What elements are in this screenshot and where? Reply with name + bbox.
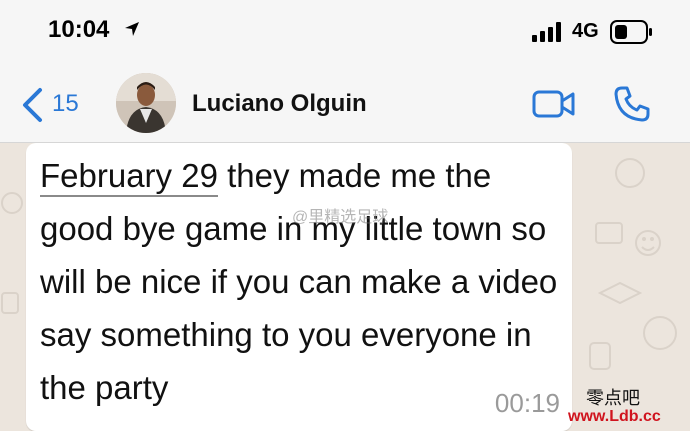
- message-text: February 29 they made me the good bye ga…: [40, 149, 570, 414]
- watermark-corner-url: www.Ldb.cc: [568, 408, 661, 425]
- status-bar: 10:04 4G: [0, 0, 690, 64]
- contact-avatar[interactable]: [116, 73, 176, 133]
- location-arrow-icon: [124, 21, 140, 42]
- cellular-signal-icon: [532, 22, 564, 47]
- status-time: 10:04: [48, 16, 110, 43]
- date-link[interactable]: February 29: [40, 157, 218, 197]
- watermark-corner-label: 零点吧: [586, 388, 640, 408]
- video-camera-icon[interactable]: [532, 89, 576, 124]
- message-bubble[interactable]: February 29 they made me the good bye ga…: [26, 143, 572, 431]
- back-button-unread-count[interactable]: 15: [52, 90, 79, 118]
- phone-icon[interactable]: [612, 84, 652, 129]
- network-type: 4G: [572, 20, 599, 42]
- contact-name[interactable]: Luciano Olguin: [192, 90, 367, 118]
- watermark-center: @里精选足球: [292, 209, 389, 226]
- chevron-left-icon[interactable]: [20, 87, 44, 128]
- message-timestamp: 00:19: [494, 388, 560, 418]
- chat-header: 15 Luciano Olguin: [0, 64, 690, 143]
- battery-icon: [610, 20, 654, 49]
